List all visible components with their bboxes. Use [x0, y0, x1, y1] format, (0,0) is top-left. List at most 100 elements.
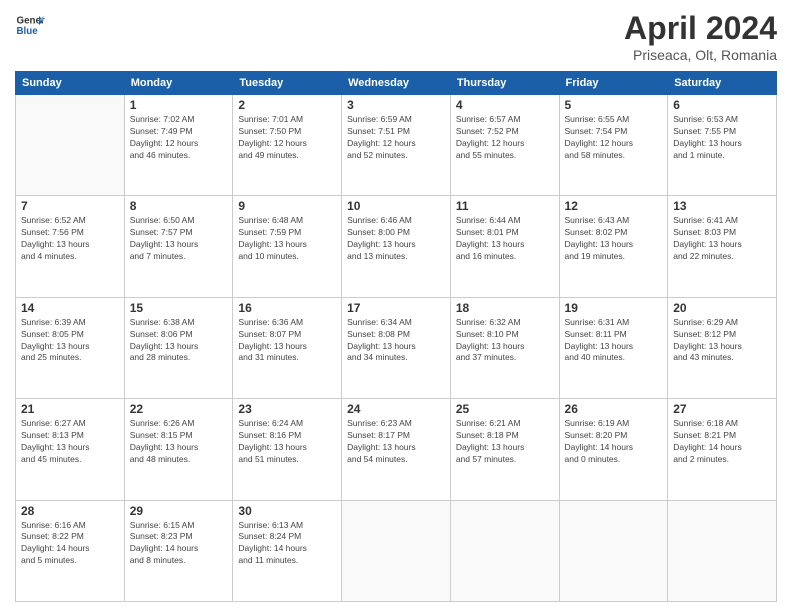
day-info: Sunrise: 6:48 AM Sunset: 7:59 PM Dayligh…	[238, 215, 336, 263]
day-number: 6	[673, 98, 771, 112]
table-row: 6 Sunrise: 6:53 AM Sunset: 7:55 PM Daylig…	[668, 95, 777, 196]
table-row: 29 Sunrise: 6:15 AM Sunset: 8:23 PM Dayli…	[124, 500, 233, 601]
table-row: 18 Sunrise: 6:32 AM Sunset: 8:10 PM Dayli…	[450, 297, 559, 398]
day-info: Sunrise: 6:39 AM Sunset: 8:05 PM Dayligh…	[21, 317, 119, 365]
day-info: Sunrise: 6:32 AM Sunset: 8:10 PM Dayligh…	[456, 317, 554, 365]
table-row: 1 Sunrise: 7:02 AM Sunset: 7:49 PM Daylig…	[124, 95, 233, 196]
calendar-table: Sunday Monday Tuesday Wednesday Thursday…	[15, 71, 777, 602]
day-number: 29	[130, 504, 228, 518]
calendar-week-1: 1 Sunrise: 7:02 AM Sunset: 7:49 PM Daylig…	[16, 95, 777, 196]
table-row: 22Sunrise: 6:26 AM Sunset: 8:15 PM Dayli…	[124, 399, 233, 500]
table-row: 21Sunrise: 6:27 AM Sunset: 8:13 PM Dayli…	[16, 399, 125, 500]
day-info: Sunrise: 6:44 AM Sunset: 8:01 PM Dayligh…	[456, 215, 554, 263]
day-number: 16	[238, 301, 336, 315]
day-number: 12	[565, 199, 663, 213]
day-number: 11	[456, 199, 554, 213]
table-row: 10 Sunrise: 6:46 AM Sunset: 8:00 PM Dayli…	[342, 196, 451, 297]
col-friday: Friday	[559, 72, 668, 95]
table-row: 24 Sunrise: 6:23 AM Sunset: 8:17 PM Dayli…	[342, 399, 451, 500]
table-row: 11 Sunrise: 6:44 AM Sunset: 8:01 PM Dayli…	[450, 196, 559, 297]
day-info: Sunrise: 6:18 AM Sunset: 8:21 PM Dayligh…	[673, 418, 771, 466]
table-row: 25 Sunrise: 6:21 AM Sunset: 8:18 PM Dayli…	[450, 399, 559, 500]
day-info: Sunrise: 6:38 AM Sunset: 8:06 PM Dayligh…	[130, 317, 228, 365]
logo: General Blue	[15, 10, 45, 40]
day-info: Sunrise: 6:50 AM Sunset: 7:57 PM Dayligh…	[130, 215, 228, 263]
table-row	[342, 500, 451, 601]
table-row: 5 Sunrise: 6:55 AM Sunset: 7:54 PM Daylig…	[559, 95, 668, 196]
day-info: Sunrise: 7:01 AM Sunset: 7:50 PM Dayligh…	[238, 114, 336, 162]
day-info: Sunrise: 6:19 AM Sunset: 8:20 PM Dayligh…	[565, 418, 663, 466]
table-row: 15 Sunrise: 6:38 AM Sunset: 8:06 PM Dayli…	[124, 297, 233, 398]
table-row: 9Sunrise: 6:48 AM Sunset: 7:59 PM Daylig…	[233, 196, 342, 297]
page: General Blue April 2024 Priseaca, Olt, R…	[0, 0, 792, 612]
logo-icon: General Blue	[15, 10, 45, 40]
day-info: Sunrise: 6:24 AM Sunset: 8:16 PM Dayligh…	[238, 418, 336, 466]
day-number: 20	[673, 301, 771, 315]
day-number: 1	[130, 98, 228, 112]
calendar-week-5: 28Sunrise: 6:16 AM Sunset: 8:22 PM Dayli…	[16, 500, 777, 601]
day-number: 18	[456, 301, 554, 315]
calendar-week-2: 7Sunrise: 6:52 AM Sunset: 7:56 PM Daylig…	[16, 196, 777, 297]
table-row	[559, 500, 668, 601]
day-info: Sunrise: 6:31 AM Sunset: 8:11 PM Dayligh…	[565, 317, 663, 365]
day-number: 25	[456, 402, 554, 416]
table-row: 16 Sunrise: 6:36 AM Sunset: 8:07 PM Dayli…	[233, 297, 342, 398]
header-row: Sunday Monday Tuesday Wednesday Thursday…	[16, 72, 777, 95]
day-info: Sunrise: 6:23 AM Sunset: 8:17 PM Dayligh…	[347, 418, 445, 466]
header: General Blue April 2024 Priseaca, Olt, R…	[15, 10, 777, 63]
day-info: Sunrise: 6:21 AM Sunset: 8:18 PM Dayligh…	[456, 418, 554, 466]
table-row: 13 Sunrise: 6:41 AM Sunset: 8:03 PM Dayli…	[668, 196, 777, 297]
day-number: 8	[130, 199, 228, 213]
day-info: Sunrise: 6:55 AM Sunset: 7:54 PM Dayligh…	[565, 114, 663, 162]
day-info: Sunrise: 6:59 AM Sunset: 7:51 PM Dayligh…	[347, 114, 445, 162]
day-number: 2	[238, 98, 336, 112]
month-year-title: April 2024	[624, 10, 777, 47]
day-info: Sunrise: 6:15 AM Sunset: 8:23 PM Dayligh…	[130, 520, 228, 568]
col-sunday: Sunday	[16, 72, 125, 95]
day-number: 3	[347, 98, 445, 112]
title-block: April 2024 Priseaca, Olt, Romania	[624, 10, 777, 63]
day-info: Sunrise: 6:34 AM Sunset: 8:08 PM Dayligh…	[347, 317, 445, 365]
table-row: 7Sunrise: 6:52 AM Sunset: 7:56 PM Daylig…	[16, 196, 125, 297]
day-number: 10	[347, 199, 445, 213]
table-row: 4Sunrise: 6:57 AM Sunset: 7:52 PM Daylig…	[450, 95, 559, 196]
day-info: Sunrise: 6:43 AM Sunset: 8:02 PM Dayligh…	[565, 215, 663, 263]
calendar-week-4: 21Sunrise: 6:27 AM Sunset: 8:13 PM Dayli…	[16, 399, 777, 500]
svg-text:Blue: Blue	[17, 26, 39, 37]
day-number: 23	[238, 402, 336, 416]
day-number: 17	[347, 301, 445, 315]
table-row: 26Sunrise: 6:19 AM Sunset: 8:20 PM Dayli…	[559, 399, 668, 500]
day-number: 13	[673, 199, 771, 213]
day-number: 5	[565, 98, 663, 112]
table-row: 30Sunrise: 6:13 AM Sunset: 8:24 PM Dayli…	[233, 500, 342, 601]
day-info: Sunrise: 6:36 AM Sunset: 8:07 PM Dayligh…	[238, 317, 336, 365]
day-number: 15	[130, 301, 228, 315]
col-monday: Monday	[124, 72, 233, 95]
day-number: 22	[130, 402, 228, 416]
table-row	[668, 500, 777, 601]
table-row: 14 Sunrise: 6:39 AM Sunset: 8:05 PM Dayli…	[16, 297, 125, 398]
table-row: 2 Sunrise: 7:01 AM Sunset: 7:50 PM Daylig…	[233, 95, 342, 196]
day-info: Sunrise: 6:13 AM Sunset: 8:24 PM Dayligh…	[238, 520, 336, 568]
calendar-week-3: 14 Sunrise: 6:39 AM Sunset: 8:05 PM Dayli…	[16, 297, 777, 398]
day-info: Sunrise: 7:02 AM Sunset: 7:49 PM Dayligh…	[130, 114, 228, 162]
col-tuesday: Tuesday	[233, 72, 342, 95]
table-row: 8 Sunrise: 6:50 AM Sunset: 7:57 PM Daylig…	[124, 196, 233, 297]
table-row: 23 Sunrise: 6:24 AM Sunset: 8:16 PM Dayli…	[233, 399, 342, 500]
day-info: Sunrise: 6:46 AM Sunset: 8:00 PM Dayligh…	[347, 215, 445, 263]
table-row: 27 Sunrise: 6:18 AM Sunset: 8:21 PM Dayli…	[668, 399, 777, 500]
day-number: 14	[21, 301, 119, 315]
day-number: 27	[673, 402, 771, 416]
day-number: 28	[21, 504, 119, 518]
day-number: 24	[347, 402, 445, 416]
day-info: Sunrise: 6:29 AM Sunset: 8:12 PM Dayligh…	[673, 317, 771, 365]
day-info: Sunrise: 6:52 AM Sunset: 7:56 PM Dayligh…	[21, 215, 119, 263]
table-row: 17 Sunrise: 6:34 AM Sunset: 8:08 PM Dayli…	[342, 297, 451, 398]
table-row: 12 Sunrise: 6:43 AM Sunset: 8:02 PM Dayli…	[559, 196, 668, 297]
day-number: 4	[456, 98, 554, 112]
location-subtitle: Priseaca, Olt, Romania	[624, 47, 777, 63]
table-row	[450, 500, 559, 601]
day-info: Sunrise: 6:41 AM Sunset: 8:03 PM Dayligh…	[673, 215, 771, 263]
col-saturday: Saturday	[668, 72, 777, 95]
day-info: Sunrise: 6:53 AM Sunset: 7:55 PM Dayligh…	[673, 114, 771, 162]
